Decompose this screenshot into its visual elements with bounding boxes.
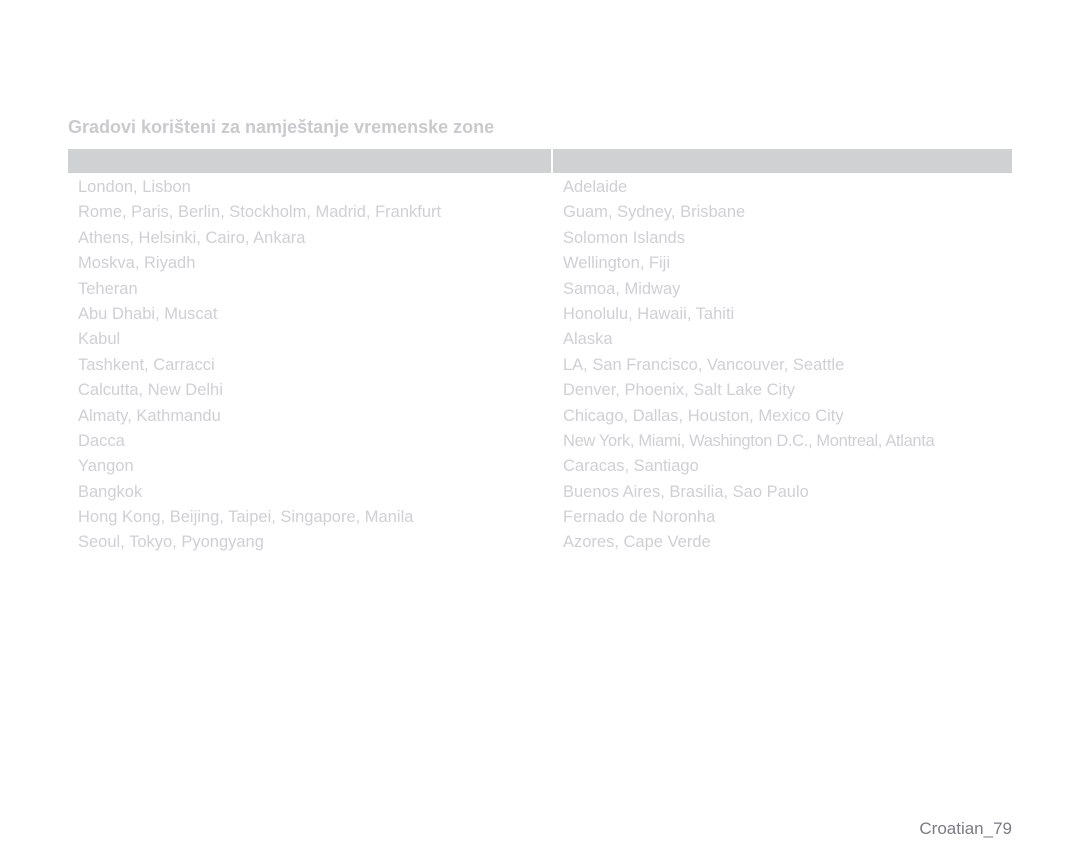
table-cell: Calcutta, New Delhi bbox=[78, 381, 223, 400]
table-cell: Denver, Phoenix, Salt Lake City bbox=[563, 381, 796, 400]
table-header-right bbox=[553, 149, 1012, 173]
page-number-footer: Croatian_79 bbox=[919, 819, 1012, 838]
table-cell: Buenos Aires, Brasilia, Sao Paulo bbox=[563, 482, 809, 501]
table-cell: Honolulu, Hawaii, Tahiti bbox=[563, 304, 735, 323]
table-cell: Caracas, Santiago bbox=[563, 457, 699, 476]
table-cell: Bangkok bbox=[78, 482, 143, 501]
time-zone-cities-table: London, Lisbon Rome, Paris, Berlin, Stoc… bbox=[68, 149, 1012, 556]
table-cell: Samoa, Midway bbox=[563, 279, 681, 298]
table-cell: Seoul, Tokyo, Pyongyang bbox=[78, 533, 264, 552]
table-cell: Adelaide bbox=[563, 178, 628, 196]
table-cell: Fernado de Noronha bbox=[563, 508, 716, 527]
table-cell: Solomon Islands bbox=[563, 228, 685, 247]
left-city-column: London, Lisbon Rome, Paris, Berlin, Stoc… bbox=[68, 175, 553, 556]
table-cell: Teheran bbox=[78, 279, 138, 298]
table-cell: Athens, Helsinki, Cairo, Ankara bbox=[78, 228, 306, 247]
table-header-row bbox=[68, 149, 1012, 173]
table-body: London, Lisbon Rome, Paris, Berlin, Stoc… bbox=[68, 175, 1012, 556]
table-cell: Chicago, Dallas, Houston, Mexico City bbox=[563, 406, 844, 425]
table-cell: Dacca bbox=[78, 431, 125, 450]
table-cell: Hong Kong, Beijing, Taipei, Singapore, M… bbox=[78, 508, 414, 527]
table-cell: LA, San Francisco, Vancouver, Seattle bbox=[563, 355, 845, 374]
table-cell: Wellington, Fiji bbox=[563, 254, 670, 273]
table-cell: Kabul bbox=[78, 330, 121, 349]
right-city-column: Adelaide Guam, Sydney, Brisbane Solomon … bbox=[553, 175, 1012, 556]
table-cell: Abu Dhabi, Muscat bbox=[78, 304, 218, 323]
table-cell: New York, Miami, Washington D.C., Montre… bbox=[563, 431, 935, 450]
table-cell: Moskva, Riyadh bbox=[78, 254, 196, 273]
table-cell: Guam, Sydney, Brisbane bbox=[563, 203, 746, 222]
table-cell: Tashkent, Carracci bbox=[78, 355, 215, 374]
table-header-left bbox=[68, 149, 551, 173]
table-cell: Rome, Paris, Berlin, Stockholm, Madrid, … bbox=[78, 203, 442, 222]
table-cell: Alaska bbox=[563, 330, 613, 349]
page-title: Gradovi korišteni za namještanje vremens… bbox=[68, 117, 495, 137]
table-cell: Almaty, Kathmandu bbox=[78, 406, 221, 425]
table-cell: London, Lisbon bbox=[78, 178, 191, 196]
table-cell: Azores, Cape Verde bbox=[563, 533, 711, 552]
table-cell: Yangon bbox=[78, 457, 134, 476]
